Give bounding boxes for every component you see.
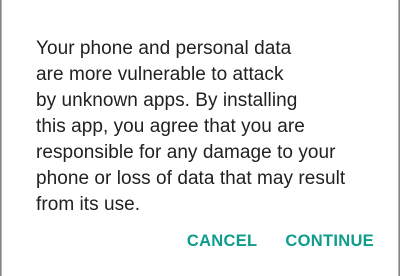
warning-message-line: Your phone and personal data xyxy=(36,38,292,59)
warning-message-line: by unknown apps. By installing xyxy=(36,90,298,111)
warning-message: Your phone and personal data are more vu… xyxy=(36,36,380,218)
install-warning-dialog: Your phone and personal data are more vu… xyxy=(0,0,400,276)
continue-button[interactable]: CONTINUE xyxy=(285,232,374,251)
dialog-left-edge xyxy=(0,0,2,276)
dialog-actions: CANCEL CONTINUE xyxy=(187,232,374,251)
warning-message-line: are more vulnerable to attack xyxy=(36,64,284,85)
warning-message-line: responsible for any damage to your xyxy=(36,142,336,163)
warning-message-line: this app, you agree that you are xyxy=(36,116,305,137)
warning-message-line: phone or loss of data that may result xyxy=(36,168,346,189)
warning-message-line: from its use. xyxy=(36,194,141,215)
cancel-button[interactable]: CANCEL xyxy=(187,232,258,251)
